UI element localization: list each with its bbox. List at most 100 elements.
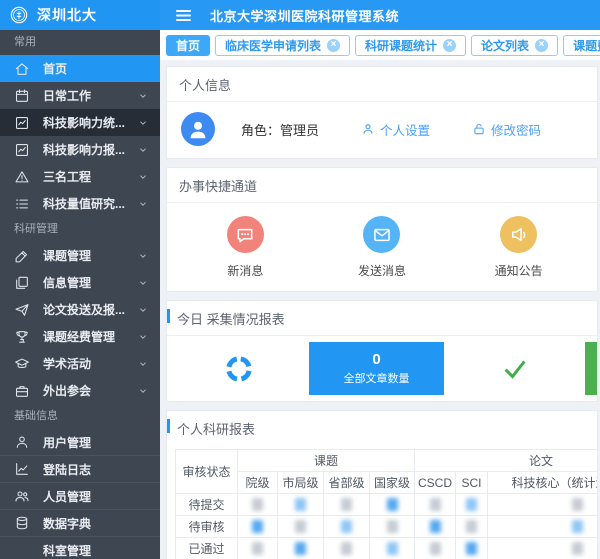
- report-cell[interactable]: [324, 494, 370, 516]
- sidebar-item-tech-value-research[interactable]: 科技量值研究...: [0, 190, 160, 217]
- report-cell[interactable]: [370, 494, 415, 516]
- tab-project-fee-report[interactable]: 课题费用报表×: [563, 35, 600, 56]
- report-cell[interactable]: [324, 516, 370, 538]
- avatar: [181, 112, 215, 146]
- sidebar-item-personnel-mgmt[interactable]: 人员管理: [0, 483, 160, 510]
- sidebar-item-data-dictionary[interactable]: 数据字典: [0, 510, 160, 537]
- report-cell[interactable]: [415, 538, 456, 559]
- stat-total-articles[interactable]: 0 全部文章数量: [309, 342, 444, 395]
- stat-label: 全部文章数量: [344, 370, 410, 386]
- sidebar-item-department-mgmt[interactable]: 科室管理: [0, 537, 160, 559]
- sidebar-item-label: 用户管理: [43, 434, 148, 451]
- sidebar-item-outgoing-meetings[interactable]: 外出参会: [0, 377, 160, 404]
- sidebar-item-label: 论文投送及报...: [43, 301, 138, 318]
- report-table-wrap: 审核状态课题论文院级市局级省部级国家级CSCDSCI科技核心（统计源）期刊待提交…: [167, 445, 597, 559]
- tab-close-icon[interactable]: ×: [443, 39, 456, 52]
- quick-actions-row: 新消息 发送消息通知公告: [167, 203, 597, 291]
- sidebar-item-label: 科技量值研究...: [43, 195, 138, 212]
- report-cell[interactable]: [488, 494, 597, 516]
- sidebar-item-tech-influence-report[interactable]: 科技影响力报...: [0, 136, 160, 163]
- sidebar-item-user-mgmt[interactable]: 用户管理: [0, 429, 160, 456]
- report-cell[interactable]: [238, 538, 278, 559]
- today-collection-panel: 今日 采集情况报表 0 全部文章数量: [166, 300, 598, 402]
- report-cell[interactable]: [324, 538, 370, 559]
- change-password-link[interactable]: 修改密码: [472, 120, 541, 139]
- role-label: 角色：: [241, 123, 280, 138]
- tab-close-icon[interactable]: ×: [535, 39, 548, 52]
- report-cell[interactable]: [370, 538, 415, 559]
- report-cell[interactable]: [456, 538, 488, 559]
- blurred-value: [295, 498, 306, 511]
- blurred-value: [572, 542, 583, 555]
- menu-toggle-icon[interactable]: [175, 9, 192, 22]
- report-cell[interactable]: [278, 538, 324, 559]
- tab-bar: 首页临床医学申请列表×科研课题统计×论文列表×课题费用报表×用户列表×: [160, 30, 600, 60]
- main-content: 个人信息 角色：管理员: [160, 60, 600, 559]
- user-icon: [14, 434, 30, 450]
- blurred-value: [430, 498, 441, 511]
- sidebar-item-project-funds[interactable]: 课题经费管理: [0, 323, 160, 350]
- sidebar-item-three-famous-project[interactable]: 三名工程: [0, 163, 160, 190]
- sidebar-item-home[interactable]: 首页: [0, 55, 160, 82]
- report-cell[interactable]: [238, 516, 278, 538]
- stat-collect-success[interactable]: [447, 342, 582, 395]
- chevron-down-icon: [138, 91, 148, 101]
- trophy-icon: [14, 329, 30, 345]
- report-cell[interactable]: [278, 516, 324, 538]
- sidebar-item-tech-influence-stats[interactable]: 科技影响力统...: [0, 109, 160, 136]
- sidebar-item-daily-work[interactable]: 日常工作: [0, 82, 160, 109]
- blurred-value: [252, 542, 263, 555]
- app-root: 深圳北大 北京大学深圳医院科研管理系统 常用首页日常工作科技影响力统...科技影…: [0, 0, 600, 559]
- blurred-value: [466, 520, 477, 533]
- quick-action-notice-announcement[interactable]: 通知公告: [464, 216, 574, 279]
- chart-box-icon: [14, 115, 30, 131]
- sidebar-item-label: 学术活动: [43, 355, 138, 372]
- sidebar-item-info-mgmt[interactable]: 信息管理: [0, 269, 160, 296]
- sidebar-item-project-mgmt[interactable]: 课题管理: [0, 242, 160, 269]
- blurred-value: [341, 520, 352, 533]
- report-cell[interactable]: [415, 516, 456, 538]
- section-accent-bar: [167, 309, 170, 323]
- blurred-value: [466, 498, 477, 511]
- report-cell[interactable]: [488, 538, 597, 559]
- brand[interactable]: 深圳北大: [0, 0, 160, 30]
- tab-research-project-stats[interactable]: 科研课题统计 ×: [355, 35, 466, 56]
- sidebar-item-login-log[interactable]: 登陆日志: [0, 456, 160, 483]
- tab-label: 临床医学申请列表: [225, 37, 321, 54]
- tab-label: 科研课题统计: [365, 37, 437, 54]
- chevron-down-icon: [138, 386, 148, 396]
- table-row: 待审核: [176, 516, 598, 538]
- personal-info-title: 个人信息: [167, 67, 597, 101]
- report-cell[interactable]: [238, 494, 278, 516]
- tab-home[interactable]: 首页: [166, 35, 210, 56]
- sidebar-item-label: 外出参会: [43, 382, 138, 399]
- tab-label: 首页: [176, 37, 200, 54]
- sidebar-item-academic-activity[interactable]: 学术活动: [0, 350, 160, 377]
- chevron-down-icon: [138, 199, 148, 209]
- list-icon: [14, 196, 30, 212]
- chevron-down-icon: [138, 332, 148, 342]
- stat-collecting-spinner[interactable]: [171, 342, 306, 395]
- section-accent-bar: [167, 419, 170, 433]
- report-col-header: 国家级: [370, 472, 415, 494]
- row-status-label: 已通过: [176, 538, 238, 559]
- tab-label: 论文列表: [481, 37, 529, 54]
- report-cell[interactable]: [370, 516, 415, 538]
- report-cell[interactable]: [278, 494, 324, 516]
- report-cell[interactable]: [456, 516, 488, 538]
- tab-close-icon[interactable]: ×: [327, 39, 340, 52]
- sidebar-item-paper-submission[interactable]: 论文投送及报...: [0, 296, 160, 323]
- report-cell[interactable]: [488, 516, 597, 538]
- report-cell[interactable]: [456, 494, 488, 516]
- sidebar-item-label: 登陆日志: [43, 461, 148, 478]
- quick-action-label: 新消息: [227, 262, 263, 279]
- report-cell[interactable]: [415, 494, 456, 516]
- role-text: 角色：管理员: [241, 120, 319, 139]
- quick-action-new-message[interactable]: 新消息: [190, 216, 300, 279]
- home-icon: [14, 61, 30, 77]
- tab-clinical-medicine-applications[interactable]: 临床医学申请列表 ×: [215, 35, 350, 56]
- tab-paper-list[interactable]: 论文列表 ×: [471, 35, 558, 56]
- quick-action-send-message[interactable]: 发送消息: [327, 216, 437, 279]
- personal-settings-link[interactable]: 个人设置: [361, 120, 430, 139]
- app-title: 北京大学深圳医院科研管理系统: [210, 6, 399, 25]
